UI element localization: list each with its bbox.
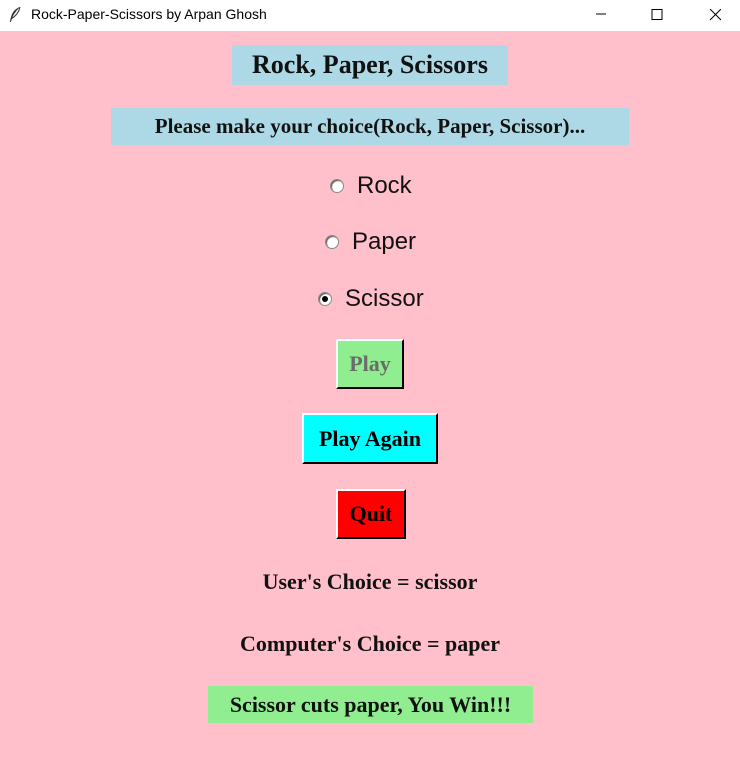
window-title: Rock-Paper-Scissors by Arpan Ghosh bbox=[31, 6, 267, 22]
quit-button[interactable]: Quit bbox=[336, 489, 406, 539]
page-title: Rock, Paper, Scissors bbox=[232, 45, 508, 85]
title-bar: Rock-Paper-Scissors by Arpan Ghosh bbox=[0, 0, 740, 31]
feather-icon bbox=[8, 6, 22, 24]
game-panel: Rock, Paper, Scissors Please make your c… bbox=[0, 31, 740, 777]
maximize-button[interactable] bbox=[634, 0, 680, 31]
radio-rock[interactable]: Rock bbox=[330, 172, 412, 200]
radio-label: Paper bbox=[352, 228, 417, 255]
close-button[interactable] bbox=[692, 0, 738, 31]
radio-indicator[interactable] bbox=[325, 235, 339, 249]
choice-prompt: Please make your choice(Rock, Paper, Sci… bbox=[111, 108, 629, 145]
radio-label: Rock bbox=[357, 172, 412, 199]
minimize-button[interactable] bbox=[578, 0, 624, 31]
radio-indicator[interactable] bbox=[330, 179, 344, 193]
outcome-label: Scissor cuts paper, You Win!!! bbox=[208, 686, 533, 723]
radio-label: Scissor bbox=[345, 285, 424, 312]
radio-scissor[interactable]: Scissor bbox=[318, 285, 424, 313]
radio-indicator[interactable] bbox=[318, 292, 332, 306]
computer-choice-label: Computer's Choice = paper bbox=[239, 631, 500, 656]
user-choice-label: User's Choice = scissor bbox=[262, 569, 478, 594]
play-button[interactable]: Play bbox=[336, 339, 404, 389]
radio-paper[interactable]: Paper bbox=[325, 228, 416, 256]
play-again-button[interactable]: Play Again bbox=[302, 413, 438, 464]
